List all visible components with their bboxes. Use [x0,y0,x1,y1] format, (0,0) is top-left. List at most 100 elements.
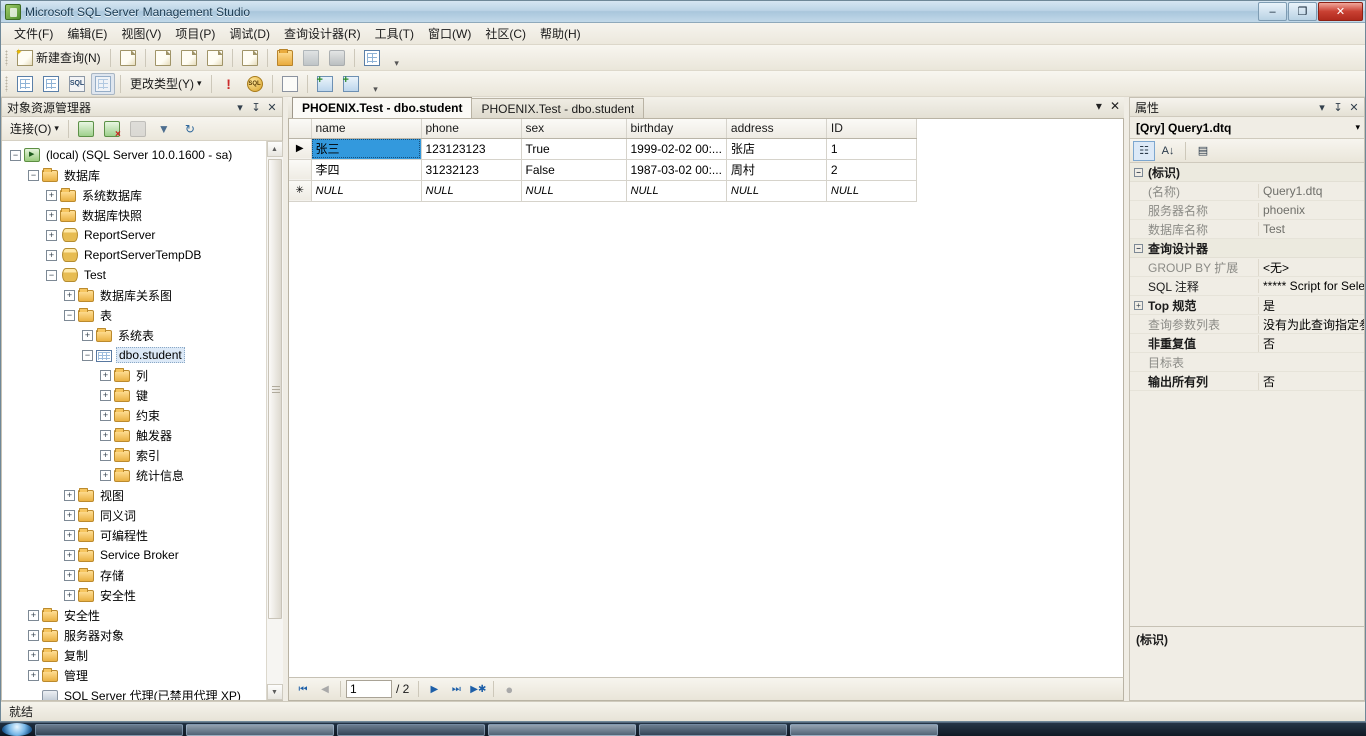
grid-cell-id[interactable]: NULL [826,180,917,202]
disconnect-object-explorer-button[interactable] [100,118,124,140]
property-value[interactable]: 没有为此查询指定参数 [1258,315,1364,333]
collapse-icon[interactable]: − [64,309,75,321]
tree-node-synonyms[interactable]: + 同义词 [2,505,266,525]
property-pages-button[interactable]: ▤ [1192,141,1214,161]
expand-icon[interactable]: + [64,589,75,601]
collapse-icon[interactable]: − [1134,167,1143,177]
expand-icon[interactable]: + [100,469,111,481]
property-row[interactable]: 目标表 [1130,353,1364,372]
tab-list-dropdown-icon[interactable]: ▾ [1096,99,1102,113]
toolbar-grip[interactable] [5,49,8,66]
grid-row[interactable]: ▶ 张三 123123123 True 1999-02-02 00:... 张店 1 [289,138,917,160]
connect-object-explorer-button[interactable] [74,118,98,140]
open-file-button[interactable] [273,47,297,69]
grid-cell-address[interactable]: NULL [726,180,827,202]
grid-column-header-name[interactable]: name [311,119,422,139]
property-row[interactable]: 数据库名称 Test [1130,220,1364,239]
print-button[interactable] [325,47,349,69]
expand-icon[interactable]: + [28,609,39,621]
save-button[interactable] [299,47,323,69]
menu-query-designer[interactable]: 查询设计器(R) [277,22,368,45]
expand-icon[interactable]: + [100,429,111,441]
grid-cell-birthday[interactable]: 1987-03-02 00:... [626,159,727,181]
tree-node-storage[interactable]: + 存储 [2,565,266,585]
filter-button[interactable]: ▼ [152,118,176,140]
grid-cell-address[interactable]: 周村 [726,159,827,181]
taskbar-item[interactable] [35,723,183,736]
menu-file[interactable]: 文件(F) [7,22,60,45]
tree-node-triggers[interactable]: + 触发器 [2,425,266,445]
grid-cell-birthday[interactable]: NULL [626,180,727,202]
restore-button[interactable]: ❐ [1288,2,1317,21]
close-tab-icon[interactable]: ✕ [1110,99,1120,113]
properties-list[interactable]: − (标识) (名称) Query1.dtq 服务器名称 phoenix 数据库名称 Test… [1130,163,1364,626]
new-record-button[interactable]: ▶✱ [468,679,488,699]
tree-node-server[interactable]: − (local) (SQL Server 10.0.1600 - sa) [2,145,266,165]
sql-server-compact-query-button[interactable] [238,47,262,69]
grid-column-header-birthday[interactable]: birthday [626,119,727,139]
grid-cell-sex[interactable]: NULL [521,180,627,202]
grid-column-header-phone[interactable]: phone [421,119,522,139]
standard-toolbar-overflow-button[interactable]: ▾ [391,47,403,69]
current-record-input[interactable] [346,680,392,698]
grid-cell-phone[interactable]: NULL [421,180,522,202]
close-icon[interactable]: ✕ [264,99,280,115]
taskbar-item[interactable] [639,723,787,736]
first-record-button[interactable]: ⏮ [293,679,313,699]
tree-node-views[interactable]: + 视图 [2,485,266,505]
expand-icon[interactable]: + [100,389,111,401]
tree-node-management[interactable]: + 管理 [2,665,266,685]
stop-execution-button[interactable]: ● [499,679,519,699]
toolbar-grip[interactable] [5,75,8,92]
collapse-icon[interactable]: − [82,349,93,361]
property-row[interactable]: 服务器名称 phoenix [1130,201,1364,220]
close-icon[interactable]: ✕ [1346,99,1362,115]
property-value[interactable]: ***** Script for Selec [1258,279,1364,293]
collapse-icon[interactable]: − [46,269,57,281]
tree-node-constraints[interactable]: + 约束 [2,405,266,425]
expand-icon[interactable]: + [64,489,75,501]
taskbar-item[interactable] [186,723,334,736]
object-explorer-scrollbar[interactable]: ▲ ▼ [266,141,283,700]
expand-icon[interactable]: + [64,289,75,301]
add-table-button[interactable] [313,73,337,95]
last-record-button[interactable]: ⏭ [446,679,466,699]
scroll-down-icon[interactable]: ▼ [266,684,283,700]
expand-icon[interactable]: + [64,529,75,541]
new-query-button[interactable]: 新建查询(N) [13,47,105,69]
previous-record-button[interactable]: ◀ [315,679,335,699]
analysis-services-mdx-query-button[interactable] [151,47,175,69]
connect-dropdown-button[interactable]: 连接(O) ▾ [6,118,63,140]
start-button[interactable] [2,723,32,736]
tree-node-system-tables[interactable]: + 系统表 [2,325,266,345]
expand-icon[interactable]: + [64,549,75,561]
grid-cell-sex[interactable]: True [521,138,627,160]
doc-tab-dbo-student-2[interactable]: PHOENIX.Test - dbo.student [471,98,645,118]
tree-node-reportserver[interactable]: + ReportServer [2,225,266,245]
tree-node-db-security[interactable]: + 安全性 [2,585,266,605]
chevron-down-icon[interactable]: ▾ [1355,122,1360,133]
menu-tools[interactable]: 工具(T) [368,22,421,45]
add-group-by-button[interactable] [339,73,363,95]
grid-cell-id[interactable]: 1 [826,138,917,160]
expand-icon[interactable]: + [64,569,75,581]
expand-icon[interactable]: + [46,229,57,241]
row-selector[interactable]: ▶ [289,138,312,160]
property-value[interactable]: 是 [1258,296,1364,314]
property-row[interactable]: GROUP BY 扩展 <无> [1130,258,1364,277]
expand-icon[interactable]: + [46,249,57,261]
grid-cell-name[interactable]: 李四 [311,159,422,181]
tree-node-indexes[interactable]: + 索引 [2,445,266,465]
tree-node-keys[interactable]: + 键 [2,385,266,405]
show-criteria-pane-button[interactable] [39,73,63,95]
menu-debug[interactable]: 调试(D) [222,22,277,45]
taskbar-item[interactable] [488,723,636,736]
analysis-services-dmx-query-button[interactable] [177,47,201,69]
property-value[interactable]: <无> [1258,258,1364,276]
grid-cell-id[interactable]: 2 [826,159,917,181]
tree-node-tables[interactable]: − 表 [2,305,266,325]
menu-community[interactable]: 社区(C) [478,22,533,45]
execute-sql-button[interactable]: ! [217,73,241,95]
stop-button[interactable] [126,118,150,140]
property-row[interactable]: (名称) Query1.dtq [1130,182,1364,201]
